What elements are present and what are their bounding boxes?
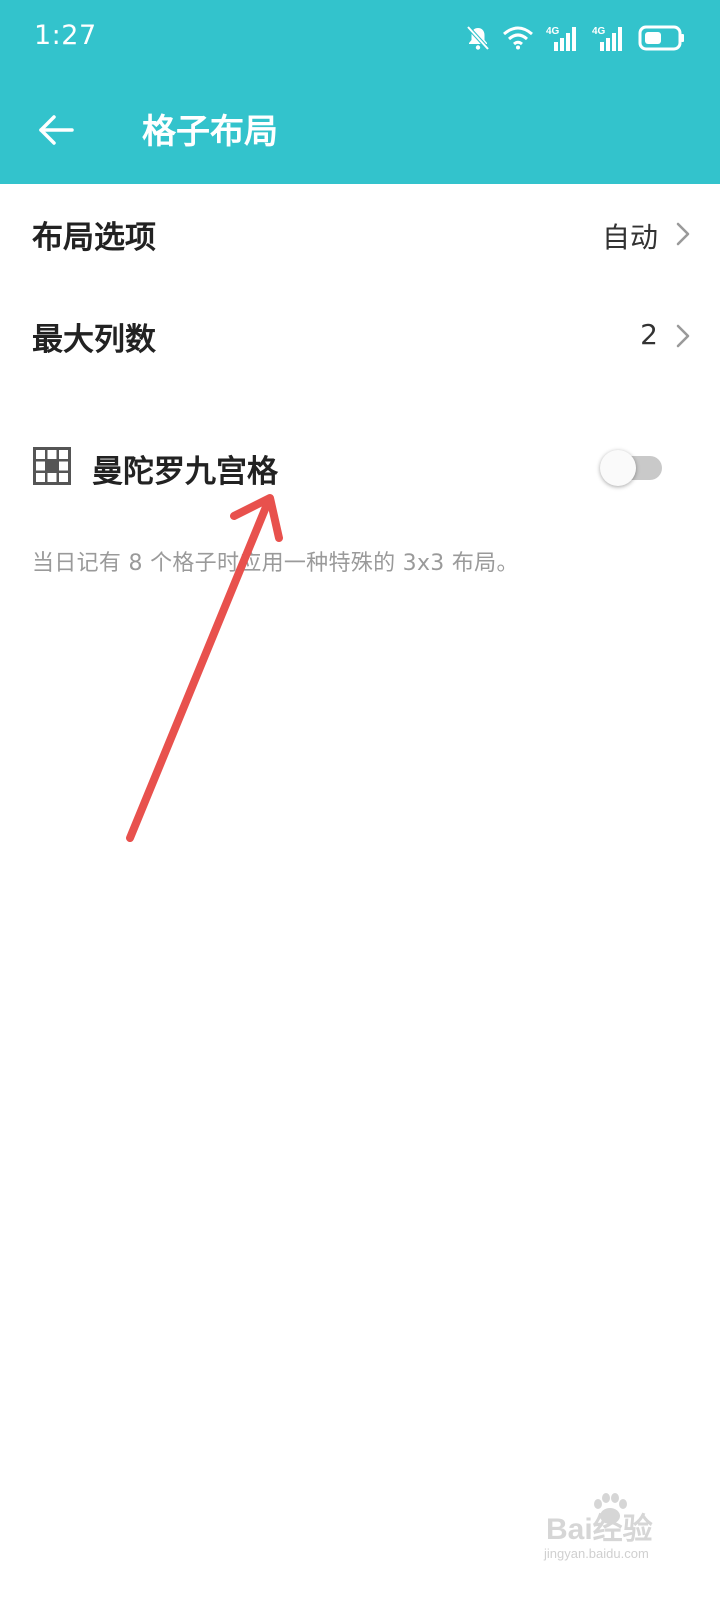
mandala-grid-row[interactable]: 曼陀罗九宫格 <box>0 418 720 518</box>
page-title: 格子布局 <box>142 112 278 152</box>
wifi-icon <box>503 26 533 50</box>
network-label-2: 4G <box>592 26 606 37</box>
max-columns-row[interactable]: 最大列数 2 <box>0 286 720 386</box>
chevron-right-icon <box>676 324 690 348</box>
max-columns-label: 最大列数 <box>32 322 156 358</box>
app-bar: 格子布局 <box>0 78 720 184</box>
signal-4g-icon: 4G <box>592 26 622 51</box>
mandala-grid-label: 曼陀罗九宫格 <box>92 454 278 490</box>
watermark-url: jingyan.baidu.com <box>544 1546 649 1561</box>
layout-option-value: 自动 <box>601 221 658 254</box>
mandala-grid-toggle[interactable] <box>600 450 664 486</box>
back-button[interactable] <box>26 100 86 160</box>
max-columns-value: 2 <box>640 318 658 351</box>
top-bar: 1:27 4G 4G 格子布局 <box>0 0 720 184</box>
bell-muted-icon <box>466 25 490 51</box>
chevron-right-icon <box>676 222 690 246</box>
layout-option-label: 布局选项 <box>32 220 156 256</box>
network-label-1: 4G <box>546 26 560 37</box>
toggle-knob <box>600 450 636 486</box>
layout-option-row[interactable]: 布局选项 自动 <box>0 184 720 284</box>
status-icons: 4G 4G <box>466 20 686 56</box>
arrow-left-icon <box>39 115 74 145</box>
watermark-text: Bai经验 <box>546 1513 653 1546</box>
status-bar: 1:27 4G 4G <box>0 0 720 78</box>
grid-3x3-icon <box>33 447 71 485</box>
battery-icon <box>638 25 684 51</box>
mandala-grid-description: 当日记有 8 个格子时应用一种特殊的 3x3 布局。 <box>32 551 519 576</box>
status-time: 1:27 <box>34 20 97 51</box>
signal-4g-icon: 4G <box>546 26 576 51</box>
baidu-watermark: Bai经验 jingyan.baidu.com <box>540 1493 700 1576</box>
